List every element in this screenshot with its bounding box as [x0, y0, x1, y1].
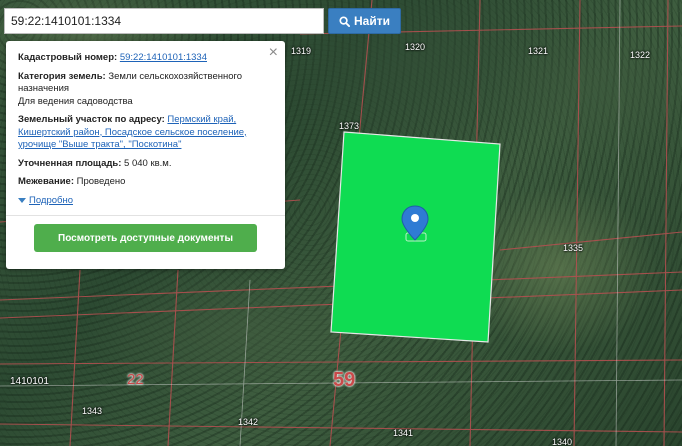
address-label: Земельный участок по адресу: [18, 114, 165, 125]
search-bar: Найти [4, 8, 401, 34]
boundary-line [499, 231, 682, 251]
details-toggle[interactable]: Подробно [18, 195, 273, 208]
parcel-number-label: 1335 [563, 243, 584, 253]
area-value: 5 040 кв.м. [124, 157, 172, 169]
search-button[interactable]: Найти [328, 8, 401, 34]
parcel-number-label: 1340 [552, 437, 573, 446]
divider [6, 215, 285, 216]
boundary-line [0, 359, 682, 365]
quarter-label: 59 [333, 369, 356, 391]
parcel-number-label: 1319 [291, 46, 312, 56]
boundary-line [167, 269, 179, 446]
caret-down-icon [18, 198, 26, 204]
quarter-label: 22 [127, 371, 144, 388]
parcel-number-label: 1321 [528, 46, 549, 56]
search-icon [339, 15, 350, 27]
boundary-line [573, 0, 581, 446]
parcel-number-label: 1341 [393, 428, 414, 438]
land-usage-value: Для ведения садоводства [18, 95, 133, 107]
boundary-line [663, 0, 669, 446]
area-label: Уточненная площадь: [18, 157, 122, 169]
survey-value: Проведено [76, 176, 126, 187]
cadastral-number-label: Кадастровый номер: [18, 52, 118, 63]
view-documents-button[interactable]: Посмотреть доступные документы [34, 224, 257, 252]
close-icon[interactable]: × [269, 45, 278, 61]
land-category-row: Категория земель: Земли сельскохозяйстве… [18, 71, 273, 109]
boundary-line [0, 423, 682, 433]
cadastral-number-link[interactable]: 59:22:1410101:1334 [120, 52, 207, 63]
survey-row: Межевание: Проведено [18, 176, 273, 189]
address-row: Земельный участок по адресу: Пермский кр… [18, 114, 273, 152]
search-input[interactable] [4, 8, 324, 34]
parcel-number-label: 1322 [630, 50, 651, 60]
survey-label: Межевание: [18, 176, 74, 187]
boundary-line [615, 0, 621, 446]
land-category-label: Категория земель: [18, 70, 106, 82]
parcel-number-label: 1342 [238, 417, 259, 427]
cadastral-number-row: Кадастровый номер: 59:22:1410101:1334 [18, 52, 273, 65]
search-button-label: Найти [354, 14, 390, 28]
parcel-number-label: 1343 [82, 406, 103, 416]
parcel-number-label: 1320 [405, 42, 426, 52]
area-code-label: 1410101 [10, 376, 49, 387]
parcel-info-panel: × Кадастровый номер: 59:22:1410101:1334 … [6, 41, 285, 269]
details-link[interactable]: Подробно [29, 195, 73, 208]
parcel-number-label: 1373 [339, 121, 360, 131]
area-row: Уточненная площадь: 5 040 кв.м. [18, 158, 273, 171]
